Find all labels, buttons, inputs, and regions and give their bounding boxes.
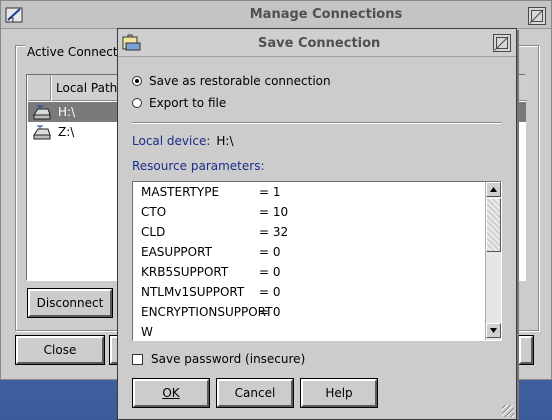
scroll-down-icon[interactable]	[486, 323, 501, 338]
cancel-button[interactable]: Cancel	[216, 378, 294, 408]
disconnect-button[interactable]: Disconnect	[27, 288, 113, 318]
param-value: = 0	[259, 265, 281, 279]
dialog-title-bar[interactable]: Save Connection	[118, 29, 516, 57]
param-row: ENCRYPTIONSUPPORT = 0	[141, 302, 281, 322]
resource-parameters-label: Resource parameters:	[132, 159, 265, 173]
param-name: NTLMv1SUPPORT	[141, 285, 245, 299]
param-row: CTO = 10	[141, 202, 288, 222]
active-connections-label: Active Connections	[25, 45, 121, 59]
scroll-up-icon[interactable]	[486, 182, 501, 197]
cancel-label: Cancel	[234, 386, 276, 400]
dialog-title: Save Connection	[258, 36, 381, 51]
param-name: ENCRYPTIONSUPPORT	[141, 305, 273, 319]
connection-path: Z:\	[58, 125, 75, 139]
local-device-row: Local device: H:\	[132, 134, 233, 148]
param-name: W	[141, 325, 153, 339]
ok-label: OK	[162, 386, 180, 400]
param-name: CLD	[141, 225, 166, 239]
ok-button[interactable]: OK	[132, 378, 210, 408]
manage-window-title: Manage Connections	[249, 7, 403, 22]
disconnect-label: Disconnect	[36, 296, 104, 310]
param-row: CLD = 32	[141, 222, 288, 242]
close-label: Close	[43, 343, 77, 357]
radio-icon[interactable]	[132, 98, 142, 108]
partial-button-right[interactable]	[518, 335, 534, 365]
dialog-close-icon[interactable]	[493, 34, 511, 52]
save-password-checkbox[interactable]	[132, 353, 143, 365]
param-row: KRB5SUPPORT = 0	[141, 262, 281, 282]
connection-path: H:\	[58, 105, 76, 119]
param-row: NTLMv1SUPPORT = 0	[141, 282, 281, 302]
resize-grip-icon[interactable]	[502, 405, 514, 417]
save-password-label: Save password (insecure)	[151, 352, 306, 366]
header-icon-column[interactable]	[27, 75, 51, 101]
restorable-option[interactable]: Save as restorable connection	[132, 74, 331, 88]
export-option[interactable]: Export to file	[132, 96, 226, 110]
help-label: Help	[325, 386, 353, 400]
scroll-thumb[interactable]	[486, 198, 501, 252]
manage-close-icon[interactable]	[528, 7, 546, 25]
close-button[interactable]: Close	[15, 335, 105, 365]
param-row: W	[141, 322, 259, 342]
param-name: CTO	[141, 205, 167, 219]
param-name: KRB5SUPPORT	[141, 265, 229, 279]
params-scrollbar[interactable]	[485, 182, 501, 340]
network-drive-icon	[33, 125, 51, 140]
separator	[132, 122, 502, 124]
param-name: MASTERTYPE	[141, 185, 220, 199]
radio-icon[interactable]	[132, 76, 142, 86]
resource-parameters-list[interactable]: MASTERTYPE = 1 CTO = 10 CLD = 32 EASUPPO…	[132, 181, 502, 341]
restorable-option-label: Save as restorable connection	[149, 74, 331, 88]
param-row: EASUPPORT = 0	[141, 242, 281, 262]
param-name: EASUPPORT	[141, 245, 212, 259]
param-value: = 10	[259, 205, 289, 219]
export-option-label: Export to file	[149, 96, 227, 110]
param-value: = 0	[259, 285, 281, 299]
param-row: MASTERTYPE = 1	[141, 182, 281, 202]
param-value: = 1	[259, 185, 281, 199]
param-value: = 0	[259, 305, 281, 319]
network-drive-icon	[33, 105, 51, 120]
manage-title-bar[interactable]: Manage Connections	[1, 1, 551, 29]
local-device-label: Local device:	[132, 134, 211, 148]
param-value: = 0	[259, 245, 281, 259]
save-connection-dialog: Save Connection Save as restorable conne…	[117, 28, 517, 420]
help-button[interactable]: Help	[300, 378, 378, 408]
save-password-option[interactable]: Save password (insecure)	[132, 352, 305, 366]
local-device-value: H:\	[216, 134, 234, 148]
save-connection-icon[interactable]	[122, 34, 142, 52]
param-value: = 32	[259, 225, 289, 239]
